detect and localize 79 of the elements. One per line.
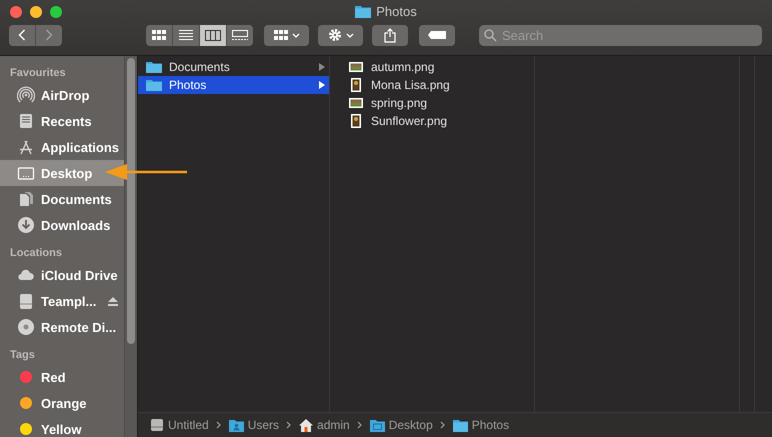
close-button[interactable] [10, 6, 22, 18]
caret-icon [292, 32, 300, 38]
sidebar-item[interactable]: Downloads [0, 212, 124, 238]
folder-icon [145, 78, 163, 92]
eject-icon[interactable] [108, 296, 118, 306]
desktop-folder-icon [370, 418, 385, 432]
sidebar-item[interactable]: Recents [0, 108, 124, 134]
file-item[interactable]: Mona Lisa.png [330, 76, 534, 94]
list-view-icon [179, 30, 193, 40]
path-item[interactable]: admin [317, 418, 350, 432]
tag-dot-icon [17, 420, 35, 437]
sidebar-item[interactable]: AirDrop [0, 82, 124, 108]
image-thumbnail-icon [351, 78, 361, 92]
path-item[interactable]: Users [248, 418, 280, 432]
users-folder-icon [228, 418, 244, 432]
folder-icon [145, 60, 163, 74]
image-thumbnail-icon [349, 62, 363, 72]
sidebar-item[interactable]: Documents [0, 186, 124, 212]
caret-icon [346, 32, 354, 38]
icon-view-icon [274, 30, 288, 40]
back-icon [18, 29, 26, 41]
scrollbar-thumb[interactable] [127, 58, 135, 344]
chevron-icon [440, 421, 446, 429]
minimize-button[interactable] [30, 6, 42, 18]
share-button[interactable] [372, 24, 408, 46]
path-item[interactable]: Desktop [388, 418, 433, 432]
gallery-view-icon [232, 30, 248, 40]
file-item[interactable]: autumn.png [330, 58, 534, 76]
column-item[interactable]: Documents [138, 58, 329, 76]
tag-dot-icon [17, 394, 35, 412]
group-button[interactable] [264, 24, 309, 46]
sidebar-section-title: Favourites [9, 66, 67, 81]
gear-icon [328, 28, 342, 42]
sidebar-item[interactable]: Orange [0, 390, 124, 416]
file-item[interactable]: Sunflower.png [330, 112, 534, 130]
search-icon [484, 28, 497, 42]
sidebar-item[interactable]: iCloud Drive [0, 262, 124, 288]
view-mode-button[interactable] [146, 24, 172, 46]
chevron-icon [356, 421, 363, 429]
window-title: Photos [376, 4, 417, 19]
sidebar-item[interactable]: Desktop [0, 160, 124, 186]
sidebar-item[interactable]: Applications [0, 134, 124, 160]
sidebar-item[interactable]: Yellow [0, 416, 124, 437]
action-button[interactable] [318, 24, 363, 46]
share-icon [384, 28, 396, 42]
sidebar-item[interactable]: Red [0, 364, 124, 390]
chevron-icon [286, 421, 292, 429]
folder-icon [452, 418, 468, 432]
file-item[interactable]: spring.png [330, 94, 534, 112]
column-item[interactable]: Photos [138, 76, 329, 94]
folder-icon [355, 5, 372, 18]
column-view-icon [205, 30, 221, 40]
image-thumbnail-icon [351, 114, 361, 128]
forward-button[interactable] [36, 24, 62, 46]
view-mode-button[interactable] [173, 24, 199, 46]
view-mode-button[interactable] [227, 24, 253, 46]
tag-dot-icon [17, 368, 35, 386]
applications-icon [17, 138, 35, 156]
sidebar-section-title: Tags [9, 348, 36, 363]
tray-icon [17, 112, 35, 130]
sidebar-item[interactable]: Teampl... [0, 288, 124, 314]
tag-button[interactable] [419, 24, 455, 46]
forward-icon [45, 29, 53, 41]
download-icon [17, 216, 35, 234]
back-button[interactable] [9, 24, 35, 46]
sidebar-item[interactable]: Remote Di... [0, 314, 124, 340]
sidebar-section-title: Locations [9, 246, 63, 261]
disc-icon [17, 318, 35, 336]
icon-view-icon [152, 30, 166, 40]
chevron-icon [216, 421, 222, 429]
home-icon [299, 418, 314, 432]
path-item[interactable]: Photos [472, 418, 510, 432]
path-item[interactable]: Untitled [168, 418, 209, 432]
airdrop-icon [17, 86, 35, 104]
view-mode-button[interactable] [200, 24, 226, 46]
tag-icon [428, 31, 446, 39]
zoom-button[interactable] [50, 6, 62, 18]
image-thumbnail-icon [349, 98, 363, 108]
documents-icon [17, 190, 35, 208]
